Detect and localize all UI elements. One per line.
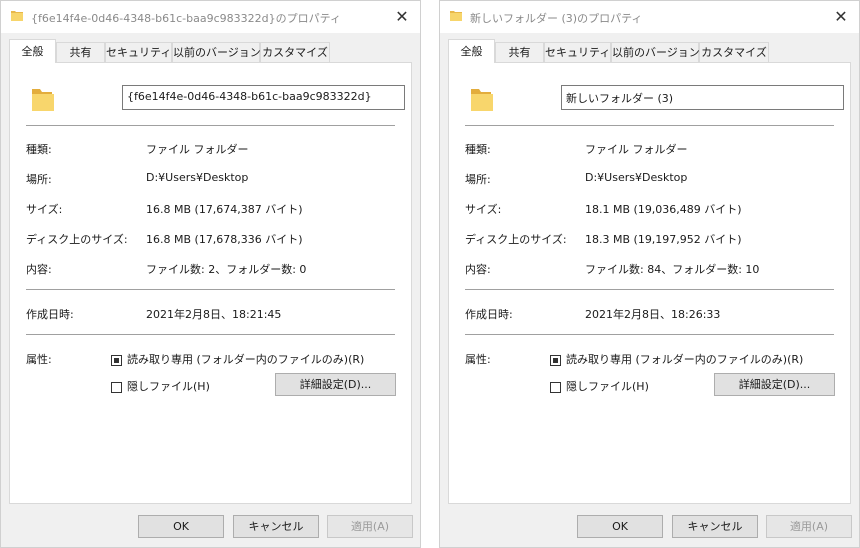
ok-button[interactable]: OK [138,515,224,538]
general-panel: 新しいフォルダー (3) 種類: ファイル フォルダー 場所: D:¥Users… [448,62,851,504]
size-value: 16.8 MB (17,674,387 バイト) [146,203,303,216]
general-panel: {f6e14f4e-0d46-4348-b61c-baa9c983322d} 種… [9,62,412,504]
tab-security[interactable]: セキュリティ [105,42,172,62]
cancel-button[interactable]: キャンセル [672,515,758,538]
created-value: 2021年2月8日、18:21:45 [146,308,282,321]
folder-icon [450,11,462,21]
readonly-checkbox[interactable]: 読み取り専用 (フォルダー内のファイルのみ)(R) [550,351,803,367]
close-button[interactable]: ✕ [392,7,412,27]
contains-value: ファイル数: 2、フォルダー数: 0 [146,263,307,276]
size-on-disk-value: 18.3 MB (19,197,952 バイト) [585,233,742,246]
created-value: 2021年2月8日、18:26:33 [585,308,721,321]
size-on-disk-label: ディスク上のサイズ: [465,233,567,246]
location-value: D:¥Users¥Desktop [585,171,688,184]
folder-icon [32,89,54,111]
attributes-label: 属性: [26,353,52,366]
hidden-checkbox[interactable]: 隠しファイル(H) [111,378,210,394]
size-on-disk-label: ディスク上のサイズ: [26,233,128,246]
size-value: 18.1 MB (19,036,489 バイト) [585,203,742,216]
properties-dialog-2: 新しいフォルダー (3)のプロパティ ✕ 全般 共有 セキュリティ 以前のバージ… [439,0,860,548]
tab-customize[interactable]: カスタマイズ [699,42,769,62]
window-title: 新しいフォルダー (3)のプロパティ [470,12,643,25]
hidden-label: 隠しファイル(H) [127,380,210,393]
hidden-label: 隠しファイル(H) [566,380,649,393]
advanced-button[interactable]: 詳細設定(D)... [714,373,835,396]
apply-button[interactable]: 適用(A) [766,515,852,538]
apply-button[interactable]: 適用(A) [327,515,413,538]
separator [465,125,834,126]
window-title: {f6e14f4e-0d46-4348-b61c-baa9c983322d}のプ… [31,12,341,25]
hidden-checkbox[interactable]: 隠しファイル(H) [550,378,649,394]
checkbox-unchecked-icon [550,381,561,393]
readonly-checkbox[interactable]: 読み取り専用 (フォルダー内のファイルのみ)(R) [111,351,364,367]
readonly-label: 読み取り専用 (フォルダー内のファイルのみ)(R) [566,353,804,366]
location-value: D:¥Users¥Desktop [146,171,249,184]
tab-sharing[interactable]: 共有 [495,42,544,62]
readonly-label: 読み取り専用 (フォルダー内のファイルのみ)(R) [127,353,365,366]
folder-icon [11,11,23,21]
tab-previous-versions[interactable]: 以前のバージョン [611,42,700,62]
location-label: 場所: [26,173,52,186]
location-label: 場所: [465,173,491,186]
tab-sharing[interactable]: 共有 [56,42,105,62]
size-on-disk-value: 16.8 MB (17,678,336 バイト) [146,233,303,246]
title-bar: 新しいフォルダー (3)のプロパティ ✕ [440,1,859,33]
folder-name-field[interactable]: {f6e14f4e-0d46-4348-b61c-baa9c983322d} [122,85,405,110]
tab-security[interactable]: セキュリティ [544,42,611,62]
tab-previous-versions[interactable]: 以前のバージョン [172,42,261,62]
size-label: サイズ: [26,203,63,216]
contains-label: 内容: [26,263,52,276]
created-label: 作成日時: [26,308,74,321]
type-label: 種類: [26,143,52,156]
type-value: ファイル フォルダー [585,143,688,156]
checkbox-indeterminate-icon [550,354,561,366]
size-label: サイズ: [465,203,502,216]
contains-label: 内容: [465,263,491,276]
separator [26,289,395,290]
separator [26,334,395,335]
checkbox-unchecked-icon [111,381,122,393]
tab-general[interactable]: 全般 [448,39,495,63]
ok-button[interactable]: OK [577,515,663,538]
contains-value: ファイル数: 84、フォルダー数: 10 [585,263,760,276]
advanced-button[interactable]: 詳細設定(D)... [275,373,396,396]
created-label: 作成日時: [465,308,513,321]
title-bar: {f6e14f4e-0d46-4348-b61c-baa9c983322d}のプ… [1,1,420,33]
type-label: 種類: [465,143,491,156]
tab-general[interactable]: 全般 [9,39,56,63]
type-value: ファイル フォルダー [146,143,249,156]
close-button[interactable]: ✕ [831,7,851,27]
properties-dialog-1: {f6e14f4e-0d46-4348-b61c-baa9c983322d}のプ… [0,0,421,548]
separator [465,334,834,335]
checkbox-indeterminate-icon [111,354,122,366]
tab-customize[interactable]: カスタマイズ [260,42,330,62]
separator [26,125,395,126]
folder-name-field[interactable]: 新しいフォルダー (3) [561,85,844,110]
attributes-label: 属性: [465,353,491,366]
separator [465,289,834,290]
folder-icon [471,89,493,111]
cancel-button[interactable]: キャンセル [233,515,319,538]
